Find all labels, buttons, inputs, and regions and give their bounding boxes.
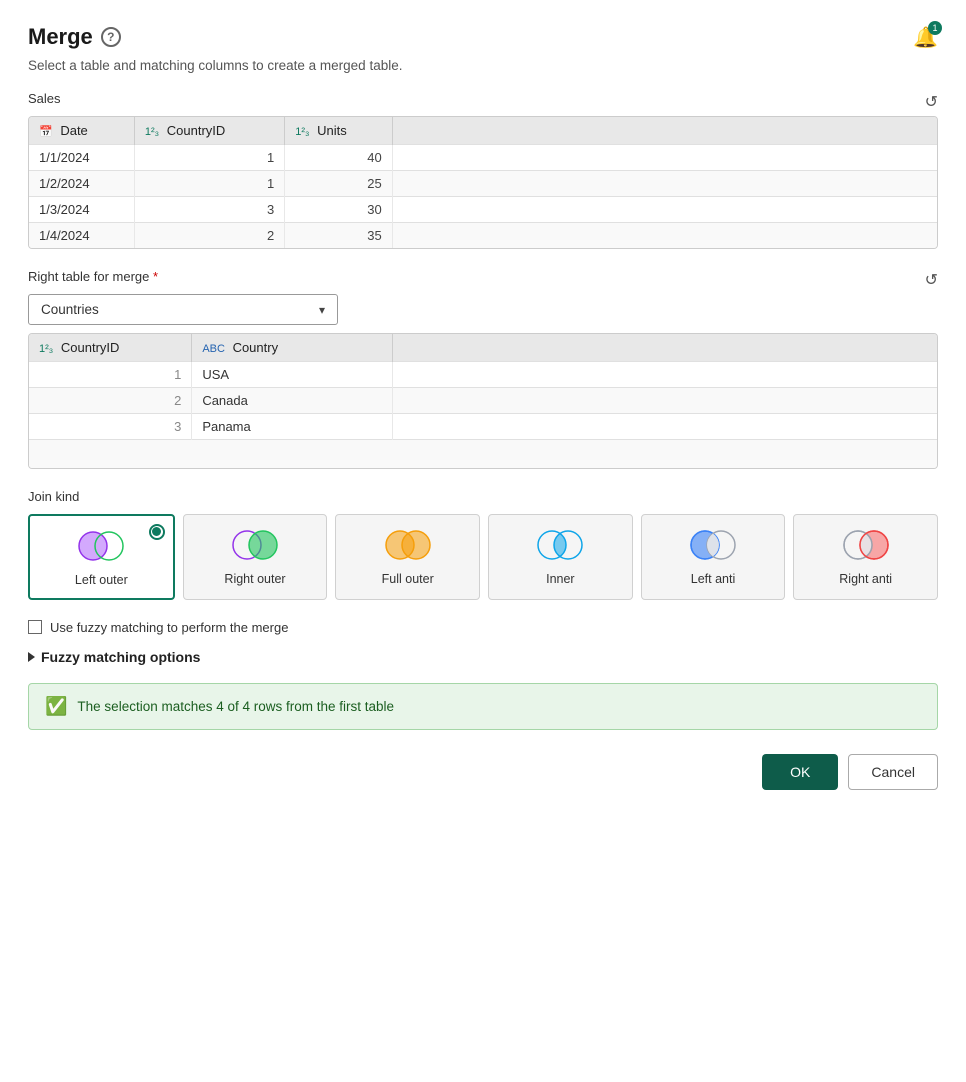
venn-right-outer-icon: [229, 527, 281, 563]
table-row: [29, 440, 937, 468]
countries-col-countryid[interactable]: 1²₃ CountryID: [29, 334, 192, 362]
chevron-down-icon: ▾: [319, 303, 325, 317]
countries-id-2: 2: [29, 388, 192, 414]
table-row: 1/3/2024 3 30: [29, 197, 937, 223]
right-table-section: Right table for merge * ↺ Countries ▾ 1²…: [28, 269, 938, 469]
countries-table-wrapper: 1²₃ CountryID ABC Country 1 USA: [28, 333, 938, 469]
notification-bell-icon[interactable]: 🔔 1: [913, 25, 938, 50]
cell-units-3: 30: [285, 197, 393, 223]
cell-empty-1: [392, 145, 937, 171]
fuzzy-options-label: Fuzzy matching options: [41, 649, 200, 665]
chevron-right-icon: [28, 652, 35, 662]
sales-col-countryid[interactable]: 1²₃ CountryID: [134, 117, 284, 145]
page-header: Merge ? 🔔 1: [28, 24, 938, 50]
cell-date-2: 1/2/2024: [29, 171, 134, 197]
cell-units-4: 35: [285, 223, 393, 249]
cancel-button[interactable]: Cancel: [848, 754, 938, 790]
success-checkmark-icon: ✅: [45, 696, 67, 717]
right-table-refresh-icon[interactable]: ↺: [925, 270, 938, 290]
cell-countryid-4: 2: [134, 223, 284, 249]
join-card-label-left-outer: Left outer: [75, 572, 128, 588]
right-table-label: Right table for merge *: [28, 269, 158, 284]
cell-countryid-3: 3: [134, 197, 284, 223]
page-title: Merge: [28, 24, 93, 50]
join-card-radio-inner: [152, 527, 161, 536]
cell-empty-4: [392, 223, 937, 249]
right-table-header-row: Right table for merge * ↺: [28, 269, 938, 290]
cell-empty-3: [392, 197, 937, 223]
table-row: 1/1/2024 1 40: [29, 145, 937, 171]
join-kind-label: Join kind: [28, 489, 938, 504]
cell-empty-2: [392, 171, 937, 197]
sales-col-date[interactable]: 📅 Date: [29, 117, 134, 145]
join-kind-section: Join kind Left outer Right outer: [28, 489, 938, 600]
title-row: Merge ?: [28, 24, 121, 50]
join-card-full-outer[interactable]: Full outer: [335, 514, 480, 600]
table-row: 3 Panama: [29, 414, 937, 440]
required-star: *: [153, 269, 158, 284]
countries-name-2: Canada: [192, 388, 392, 414]
success-banner: ✅ The selection matches 4 of 4 rows from…: [28, 683, 938, 730]
join-card-label-right-outer: Right outer: [224, 571, 285, 587]
sales-col-empty: [392, 117, 937, 145]
table-row: 2 Canada: [29, 388, 937, 414]
cell-countryid-2: 1: [134, 171, 284, 197]
sales-table-wrapper: 📅 Date 1²₃ CountryID 1²₃ Units 1/1/2024 …: [28, 116, 938, 249]
cell-date-4: 1/4/2024: [29, 223, 134, 249]
sales-refresh-icon[interactable]: ↺: [925, 92, 938, 112]
cell-date-3: 1/3/2024: [29, 197, 134, 223]
join-card-right-anti[interactable]: Right anti: [793, 514, 938, 600]
countries-name-1: USA: [192, 362, 392, 388]
countries-id-1: 1: [29, 362, 192, 388]
join-card-label-left-anti: Left anti: [691, 571, 735, 587]
countries-empty-2: [392, 388, 937, 414]
fuzzy-row: Use fuzzy matching to perform the merge: [28, 620, 938, 635]
join-card-right-outer[interactable]: Right outer: [183, 514, 328, 600]
countries-name-3: Panama: [192, 414, 392, 440]
countries-col-country[interactable]: ABC Country: [192, 334, 392, 362]
table-row: 1/4/2024 2 35: [29, 223, 937, 249]
venn-right-anti-icon: [840, 527, 892, 563]
join-card-radio-left-outer: [149, 524, 165, 540]
countries-empty-3: [392, 414, 937, 440]
join-card-inner[interactable]: Inner: [488, 514, 633, 600]
subtitle: Select a table and matching columns to c…: [28, 58, 938, 73]
right-table-dropdown[interactable]: Countries ▾: [28, 294, 338, 325]
success-text: The selection matches 4 of 4 rows from t…: [77, 699, 394, 714]
fuzzy-options-row[interactable]: Fuzzy matching options: [28, 649, 938, 665]
countries-table: 1²₃ CountryID ABC Country 1 USA: [29, 334, 937, 468]
join-card-left-anti[interactable]: Left anti: [641, 514, 786, 600]
venn-inner-icon: [534, 527, 586, 563]
dropdown-row: Countries ▾: [28, 294, 938, 325]
sales-table: 📅 Date 1²₃ CountryID 1²₃ Units 1/1/2024 …: [29, 117, 937, 248]
join-card-left-outer[interactable]: Left outer: [28, 514, 175, 600]
cell-date-1: 1/1/2024: [29, 145, 134, 171]
table-row: 1/2/2024 1 25: [29, 171, 937, 197]
cell-units-2: 25: [285, 171, 393, 197]
countries-empty-1: [392, 362, 937, 388]
dropdown-value: Countries: [41, 302, 99, 317]
join-card-label-inner: Inner: [546, 571, 575, 587]
sales-table-header: Sales ↺: [28, 91, 938, 112]
cell-countryid-1: 1: [134, 145, 284, 171]
sales-table-label: Sales: [28, 91, 61, 106]
join-kind-grid: Left outer Right outer Full outer: [28, 514, 938, 600]
ok-button[interactable]: OK: [762, 754, 838, 790]
countries-empty-row: [29, 440, 937, 468]
venn-full-outer-icon: [382, 527, 434, 563]
cell-units-1: 40: [285, 145, 393, 171]
sales-col-units[interactable]: 1²₃ Units: [285, 117, 393, 145]
fuzzy-label: Use fuzzy matching to perform the merge: [50, 620, 288, 635]
join-card-label-full-outer: Full outer: [382, 571, 434, 587]
footer-buttons: OK Cancel: [28, 754, 938, 790]
venn-left-outer-icon: [75, 528, 127, 564]
countries-col-empty: [392, 334, 937, 362]
join-card-label-right-anti: Right anti: [839, 571, 892, 587]
help-icon[interactable]: ?: [101, 27, 121, 47]
bell-badge: 1: [928, 21, 942, 35]
venn-left-anti-icon: [687, 527, 739, 563]
table-row: 1 USA: [29, 362, 937, 388]
fuzzy-checkbox[interactable]: [28, 620, 42, 634]
countries-id-3: 3: [29, 414, 192, 440]
